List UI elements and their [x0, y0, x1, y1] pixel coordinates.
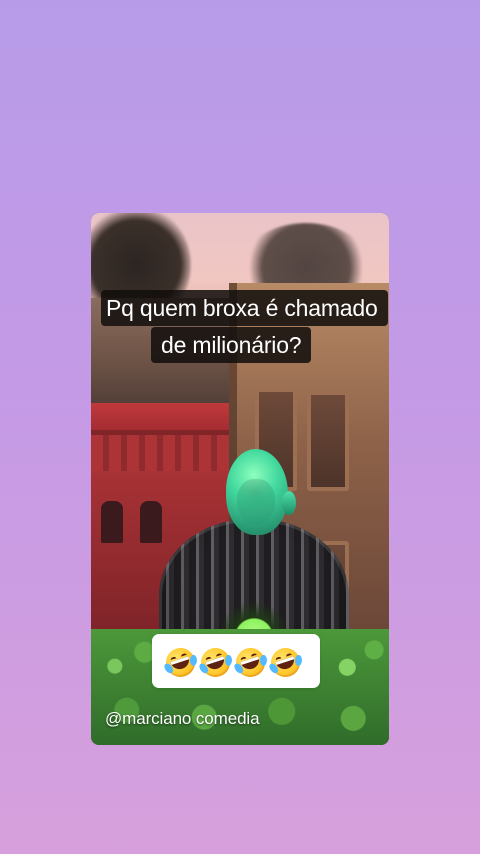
laughing-emoji-icon — [162, 644, 199, 681]
laughing-emoji-icon — [197, 644, 234, 681]
caption-line-1: Pq quem broxa é chamado — [101, 290, 388, 326]
alien-ear — [282, 491, 296, 515]
laughing-emoji-icon — [232, 644, 269, 681]
laughing-emoji-icon — [267, 644, 304, 681]
creator-watermark: @marciano comedia — [105, 709, 260, 728]
red-building-window — [101, 501, 123, 543]
alien-face — [237, 479, 275, 525]
story-card: Pq quem broxa é chamado de milionário? @… — [91, 213, 389, 745]
caption-line-2: de milionário? — [151, 327, 312, 363]
emoji-row — [162, 644, 304, 681]
laughing-emoji-sticker — [152, 634, 320, 688]
